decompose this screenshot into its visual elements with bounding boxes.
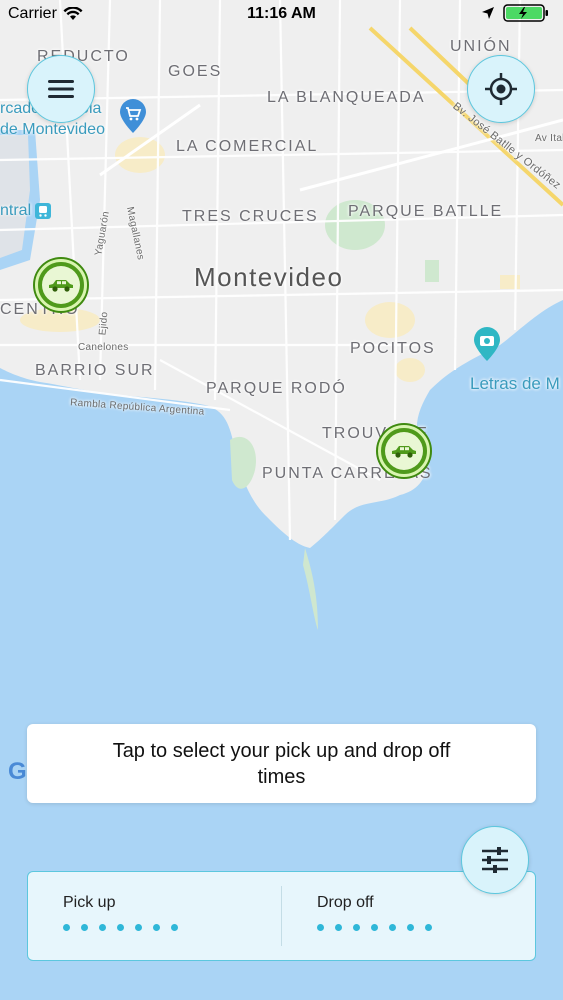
dropoff-selector[interactable]: Drop off: [281, 886, 535, 946]
hint-text: Tap to select your pick up and drop off …: [112, 739, 451, 788]
crosshair-icon: [485, 73, 517, 105]
dot: [81, 924, 88, 931]
locate-button[interactable]: [467, 55, 535, 123]
menu-icon: [48, 80, 74, 98]
label-central: ntral: [0, 202, 32, 219]
status-bar: Carrier 11:16 AM: [0, 0, 563, 30]
label-parque-batlle: PARQUE BATLLE: [348, 203, 504, 220]
shopping-cart-pin-icon[interactable]: [118, 98, 148, 134]
dot: [353, 924, 360, 931]
dot: [63, 924, 70, 931]
label-city: Montevideo: [194, 262, 344, 292]
label-union: UNIÓN: [450, 38, 512, 55]
dot: [135, 924, 142, 931]
pickup-selector[interactable]: Pick up: [28, 872, 281, 960]
label-barrio-sur: BARRIO SUR: [35, 362, 155, 379]
menu-button[interactable]: [27, 55, 95, 123]
label-pocitos: POCITOS: [350, 340, 436, 357]
car-marker-inner: [42, 266, 80, 304]
google-logo: G: [8, 758, 27, 785]
dropoff-placeholder-dots: [317, 924, 535, 931]
dot: [407, 924, 414, 931]
car-marker-trouville[interactable]: [378, 425, 430, 477]
battery-icon: [503, 4, 548, 22]
status-right: [481, 4, 553, 22]
label-canelones: Canelones: [78, 342, 129, 353]
transit-icon[interactable]: [34, 202, 52, 220]
dot: [425, 924, 432, 931]
car-icon: [392, 446, 416, 458]
pickup-placeholder-dots: [63, 924, 281, 931]
label-letras: Letras de M: [470, 374, 560, 393]
label-la-comercial: LA COMERCIAL: [176, 138, 319, 155]
label-goes: GOES: [168, 63, 223, 80]
location-arrow-icon: [482, 7, 494, 19]
sliders-icon: [482, 847, 508, 873]
dot: [171, 924, 178, 931]
dot: [317, 924, 324, 931]
times-panel: Pick up Drop off: [27, 871, 536, 961]
dot: [99, 924, 106, 931]
dot: [153, 924, 160, 931]
label-tres-cruces: TRES CRUCES: [182, 208, 319, 225]
label-ejido: Ejido: [97, 311, 111, 336]
label-av-ital: Av Ital: [535, 133, 563, 144]
dropoff-label: Drop off: [317, 894, 374, 911]
camera-pin-icon[interactable]: [472, 326, 502, 362]
dot: [371, 924, 378, 931]
dot: [389, 924, 396, 931]
hint-card[interactable]: Tap to select your pick up and drop off …: [27, 724, 536, 803]
filter-button[interactable]: [461, 826, 529, 894]
label-la-blanqueada: LA BLANQUEADA: [267, 89, 426, 106]
pickup-label: Pick up: [63, 894, 116, 911]
status-time: 11:16 AM: [247, 5, 316, 22]
label-de-montevideo: de Montevideo: [0, 121, 105, 138]
car-marker-inner: [385, 432, 423, 470]
dot: [335, 924, 342, 931]
car-icon: [49, 280, 73, 292]
dot: [117, 924, 124, 931]
car-marker-centro[interactable]: [35, 259, 87, 311]
label-parque-rodo: PARQUE RODÓ: [206, 380, 347, 397]
